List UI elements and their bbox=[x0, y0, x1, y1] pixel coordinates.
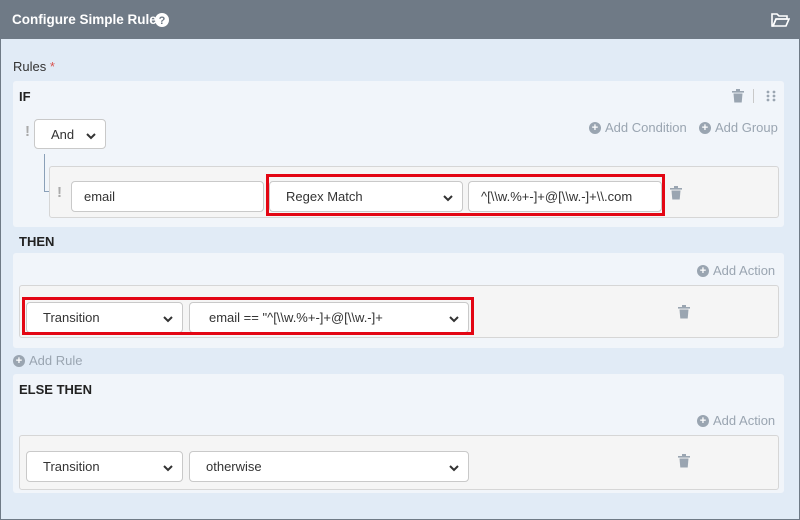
chevron-down-icon bbox=[449, 465, 459, 472]
group-operator-select[interactable]: And bbox=[34, 119, 106, 149]
else-action-type-select[interactable]: Transition bbox=[26, 451, 183, 482]
dialog-title: Configure Simple Rules bbox=[12, 12, 165, 27]
else-action-type-value: Transition bbox=[43, 459, 100, 474]
plus-circle-icon: + bbox=[697, 414, 709, 427]
drag-handle-icon[interactable] bbox=[765, 90, 777, 102]
add-group-label: Add Group bbox=[715, 120, 778, 135]
dialog-frame: Configure Simple Rules ? Rules * IF ! An… bbox=[0, 0, 800, 520]
exclamation-icon: ! bbox=[25, 123, 30, 140]
group-operator-value: And bbox=[51, 126, 75, 142]
plus-circle-icon: + bbox=[13, 354, 25, 367]
svg-text:?: ? bbox=[159, 15, 166, 27]
condition-field-input[interactable]: email bbox=[71, 181, 264, 212]
else-action-target-value: otherwise bbox=[206, 459, 262, 474]
condition-field-value: email bbox=[84, 189, 116, 204]
add-rule-button[interactable]: + Add Rule bbox=[13, 353, 82, 368]
else-action-target-select[interactable]: otherwise bbox=[189, 451, 469, 482]
then-title: THEN bbox=[19, 234, 55, 249]
add-action-button[interactable]: + Add Action bbox=[697, 413, 775, 428]
delete-condition-icon[interactable] bbox=[670, 186, 682, 200]
folder-open-icon[interactable] bbox=[771, 12, 790, 28]
chevron-down-icon bbox=[86, 133, 96, 140]
dialog-header: Configure Simple Rules ? bbox=[1, 1, 799, 39]
add-rule-label: Add Rule bbox=[29, 353, 83, 368]
chevron-down-icon bbox=[163, 465, 173, 472]
exclamation-icon: ! bbox=[57, 184, 62, 201]
delete-action-icon[interactable] bbox=[678, 305, 690, 319]
plus-circle-icon: + bbox=[697, 264, 709, 277]
help-icon[interactable]: ? bbox=[155, 13, 169, 27]
add-action-label: Add Action bbox=[713, 413, 776, 428]
delete-rule-icon[interactable] bbox=[732, 89, 744, 103]
if-title: IF bbox=[19, 89, 31, 104]
add-condition-label: Add Condition bbox=[605, 120, 687, 135]
highlight-box bbox=[266, 174, 665, 216]
required-mark: * bbox=[49, 59, 55, 74]
plus-circle-icon: + bbox=[589, 121, 601, 134]
divider bbox=[753, 89, 754, 103]
plus-circle-icon: + bbox=[699, 121, 711, 134]
highlight-box bbox=[22, 297, 474, 335]
rules-label: Rules * bbox=[13, 59, 55, 74]
delete-action-icon[interactable] bbox=[678, 454, 690, 468]
add-action-label: Add Action bbox=[713, 263, 776, 278]
add-action-button[interactable]: + Add Action bbox=[697, 263, 775, 278]
add-group-button[interactable]: + Add Group bbox=[699, 120, 778, 135]
rules-label-text: Rules bbox=[13, 59, 47, 74]
else-title: ELSE THEN bbox=[19, 382, 92, 397]
add-condition-button[interactable]: + Add Condition bbox=[589, 120, 687, 135]
